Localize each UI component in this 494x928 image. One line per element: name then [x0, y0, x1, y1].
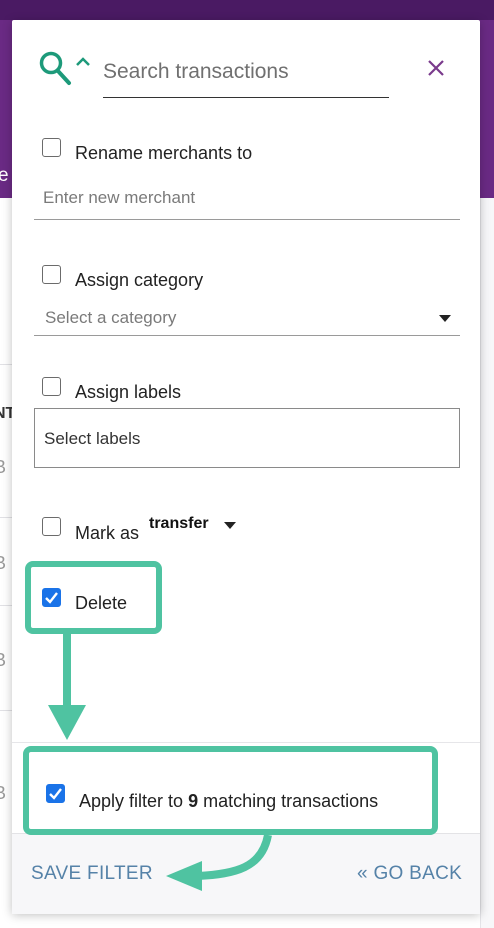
mark-as-label: Mark as	[75, 523, 140, 543]
background-right-edge	[480, 198, 494, 928]
search-input[interactable]	[103, 46, 389, 98]
assign-category-label: Assign category	[75, 270, 204, 290]
mark-transfer-checkbox[interactable]	[42, 517, 61, 536]
delete-label: Delete	[75, 593, 128, 613]
assign-labels-checkbox[interactable]	[42, 377, 61, 396]
assign-category-checkbox[interactable]	[42, 265, 61, 284]
bulk-edit-panel: Rename merchants to Assign category Sele…	[12, 20, 480, 914]
labels-select-placeholder: Select labels	[44, 429, 141, 448]
table-row-fragment: B	[0, 553, 7, 573]
dropdown-arrow-icon	[439, 315, 451, 322]
category-select-placeholder: Select a category	[45, 308, 177, 327]
new-merchant-input[interactable]	[34, 176, 460, 220]
close-icon[interactable]	[426, 58, 446, 78]
search-icon[interactable]	[38, 50, 72, 86]
apply-filter-prefix: Apply filter to	[79, 791, 184, 811]
dropdown-arrow-icon[interactable]	[224, 522, 236, 529]
table-row-fragment: B	[0, 783, 7, 803]
apply-filter-checkbox[interactable]	[46, 784, 65, 803]
matching-count: 9	[188, 791, 199, 811]
header-text-fragment: e	[0, 165, 9, 186]
assign-labels-label: Assign labels	[75, 382, 182, 402]
search-bar	[12, 20, 480, 130]
save-filter-button[interactable]: SAVE FILTER	[31, 863, 153, 885]
rename-merchants-label: Rename merchants to	[75, 143, 253, 163]
divider	[12, 742, 480, 743]
apply-filter-suffix: matching transactions	[203, 791, 379, 811]
app-top-bar	[0, 0, 494, 20]
rename-merchants-checkbox[interactable]	[42, 138, 61, 157]
chevron-up-icon[interactable]	[74, 55, 92, 67]
table-row-fragment: B	[0, 650, 7, 670]
delete-checkbox[interactable]	[42, 588, 61, 607]
labels-select[interactable]: Select labels	[34, 408, 460, 468]
transfer-type-dropdown[interactable]: transfer	[149, 515, 209, 533]
category-select[interactable]: Select a category	[34, 302, 460, 336]
go-back-button[interactable]: « GO BACK	[357, 863, 462, 885]
table-row-fragment: B	[0, 457, 7, 477]
apply-filter-label: Apply filter to 9 matching transactions	[79, 791, 378, 812]
